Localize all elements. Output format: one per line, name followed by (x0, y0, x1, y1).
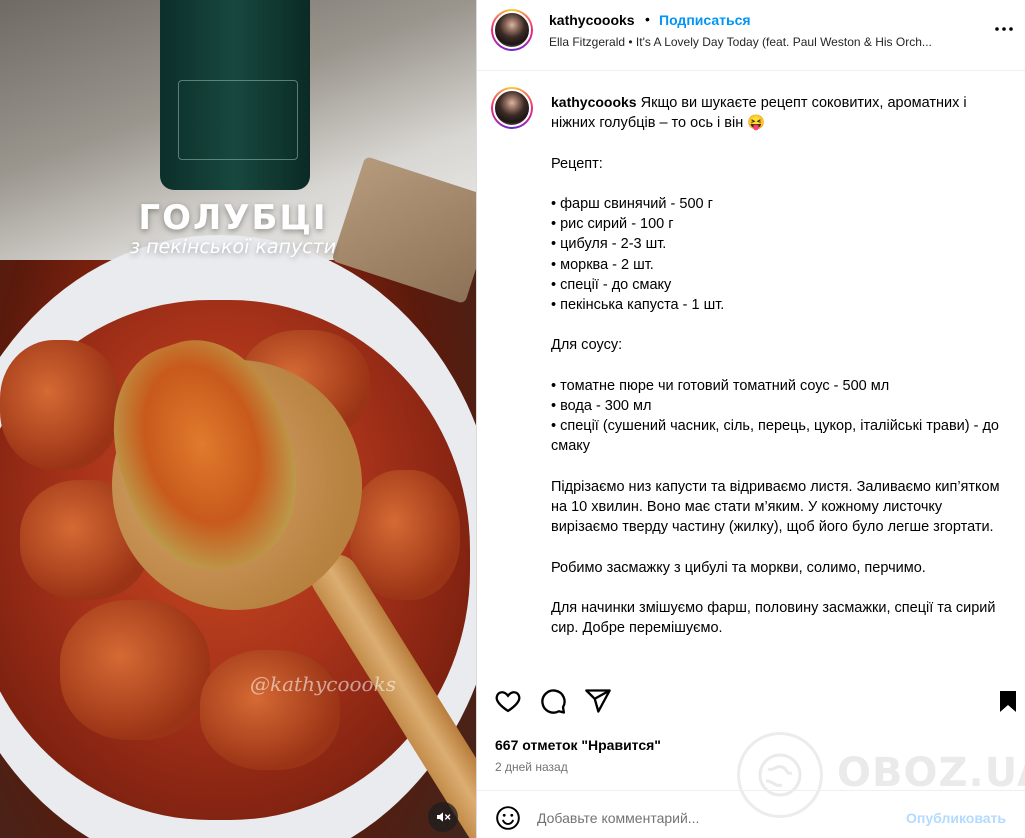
caption-area: kathycoooks Якщо ви шукаєте рецепт соков… (477, 72, 1025, 682)
smiley-icon (496, 806, 520, 830)
avatar-image (493, 11, 531, 49)
bookmark-icon (1000, 691, 1016, 712)
caption-text: Якщо ви шукаєте рецепт соковитих, аромат… (551, 95, 1000, 637)
more-options-button[interactable] (992, 17, 1016, 41)
comment-bubble-icon (541, 689, 566, 714)
avatar-image (493, 89, 531, 127)
media-subtitle: з пекінської капусти (129, 236, 337, 258)
paper-plane-icon (585, 689, 611, 713)
save-button[interactable] (993, 686, 1023, 716)
follow-button[interactable]: Подписаться (659, 12, 751, 28)
media-watermark: @kathycoooks (250, 672, 396, 696)
cabbage-roll-image (200, 650, 340, 770)
emoji-button[interactable] (495, 805, 521, 831)
caption-avatar[interactable] (491, 87, 533, 129)
post-date[interactable]: 2 дней назад (495, 760, 568, 774)
cabbage-roll-image (60, 600, 210, 740)
heart-icon (495, 691, 521, 713)
media-title: ГОЛУБЦІ (138, 198, 328, 238)
share-button[interactable] (583, 686, 613, 716)
avatar[interactable] (491, 9, 533, 51)
cabbage-roll-image (350, 470, 460, 600)
post-panel: kathycoooks • Подписаться Ella Fitzgeral… (476, 0, 1025, 838)
more-horizontal-icon (995, 27, 1013, 31)
like-button[interactable] (493, 686, 523, 716)
speaker-muted-icon (437, 812, 451, 822)
comment-input[interactable] (537, 807, 897, 829)
publish-button[interactable]: Опубликовать (906, 810, 1006, 826)
jar-label-image (178, 80, 298, 160)
likes-count[interactable]: 667 отметок "Нравится" (495, 737, 661, 753)
separator-dot: • (645, 11, 650, 27)
header-username[interactable]: kathycoooks (549, 12, 635, 28)
comment-button[interactable] (538, 686, 568, 716)
caption-username[interactable]: kathycoooks (551, 94, 637, 110)
mute-button[interactable] (428, 802, 458, 832)
action-bar (477, 682, 1025, 722)
cabbage-roll-image (0, 340, 120, 470)
post-header: kathycoooks • Подписаться Ella Fitzgeral… (477, 0, 1025, 71)
comment-bar: Опубликовать (477, 790, 1025, 838)
caption: kathycoooks Якщо ви шукаєте рецепт соков… (551, 92, 1011, 638)
post-media[interactable]: ГОЛУБЦІ з пекінської капусти @kathycoook… (0, 0, 476, 838)
audio-track[interactable]: Ella Fitzgerald • It's A Lovely Day Toda… (549, 35, 979, 49)
